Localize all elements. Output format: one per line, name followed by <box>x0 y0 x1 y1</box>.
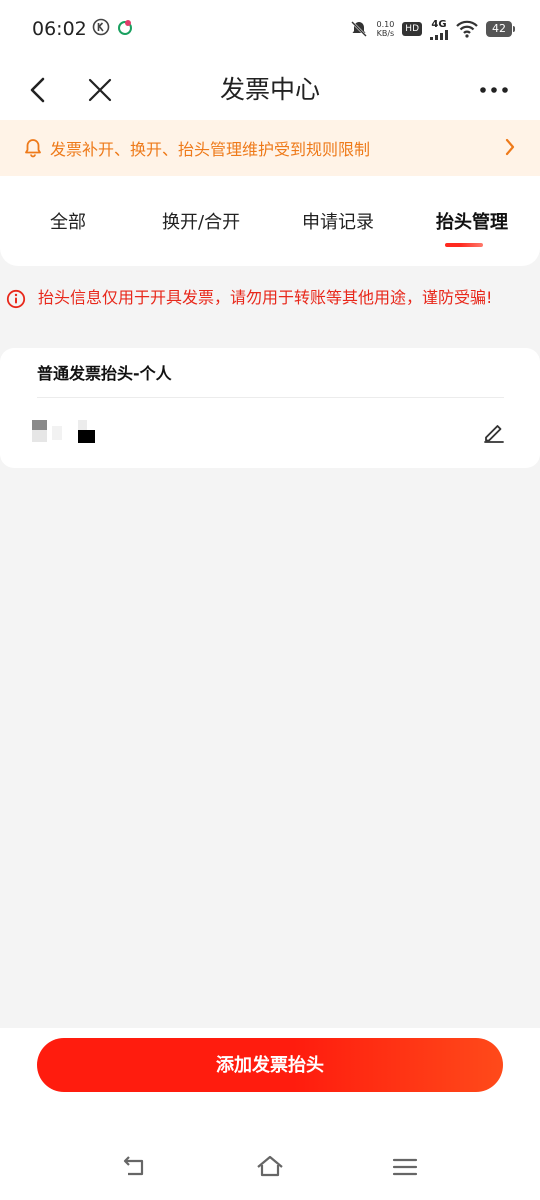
invoice-header-card[interactable]: 普通发票抬头-个人 <box>0 348 540 468</box>
net-speed-unit: KB/s <box>376 29 395 38</box>
card-divider <box>37 397 504 398</box>
info-circle-icon <box>6 289 26 309</box>
fraud-warning: 抬头信息仅用于开具发票，请勿用于转账等其他用途，谨防受骗! <box>6 286 534 310</box>
signal-group: 4G <box>430 19 448 40</box>
hd-badge: HD <box>402 22 422 36</box>
system-home-icon[interactable] <box>255 1152 285 1182</box>
edit-icon[interactable] <box>482 420 506 444</box>
bell-icon <box>25 139 41 158</box>
k-app-icon <box>92 18 110 36</box>
status-time: 06:02 <box>32 18 87 40</box>
bottom-action-bar: 添加发票抬头 <box>0 1028 540 1200</box>
active-tab-indicator <box>445 243 483 247</box>
net-speed-value: 0.10 <box>376 20 395 29</box>
add-invoice-header-button[interactable]: 添加发票抬头 <box>37 1038 503 1092</box>
wifi-icon <box>456 20 478 38</box>
masked-header-name <box>32 420 95 443</box>
status-right-group: 0.10 KB/s HD 4G 42 <box>350 16 515 42</box>
network-type: 4G <box>431 18 447 30</box>
notice-text: 发票补开、换开、抬头管理维护受到规则限制 <box>50 140 371 159</box>
tab-application-records[interactable]: 申请记录 <box>302 208 374 234</box>
more-icon <box>480 87 508 93</box>
tab-exchange-merge[interactable]: 换开/合开 <box>162 208 240 234</box>
warning-text: 抬头信息仅用于开具发票，请勿用于转账等其他用途，谨防受骗! <box>38 288 493 307</box>
invoice-header-type: 普通发票抬头-个人 <box>37 364 172 383</box>
net-speed: 0.10 KB/s <box>376 20 394 38</box>
invoice-center-screen: 06:02 0.10 KB/s HD 4G 42 发票中心 发票补开、换开、抬头… <box>0 0 540 1200</box>
more-button[interactable] <box>474 70 514 110</box>
nav-bar: 发票中心 <box>0 58 540 120</box>
tab-header-management[interactable]: 抬头管理 <box>436 208 508 234</box>
tab-all[interactable]: 全部 <box>50 208 86 234</box>
tab-bar: 全部 换开/合开 申请记录 抬头管理 <box>0 176 540 266</box>
signal-icon <box>430 29 448 40</box>
battery-indicator: 42 <box>486 21 515 37</box>
chevron-right-icon <box>505 138 515 156</box>
status-bar: 06:02 0.10 KB/s HD 4G 42 <box>0 0 540 58</box>
page-title: 发票中心 <box>219 75 320 104</box>
system-back-icon[interactable] <box>120 1152 150 1182</box>
app-notification-icon <box>118 20 132 35</box>
rule-notice-banner[interactable]: 发票补开、换开、抬头管理维护受到规则限制 <box>0 120 540 176</box>
system-menu-icon[interactable] <box>390 1152 420 1182</box>
mute-bell-icon <box>351 21 368 37</box>
